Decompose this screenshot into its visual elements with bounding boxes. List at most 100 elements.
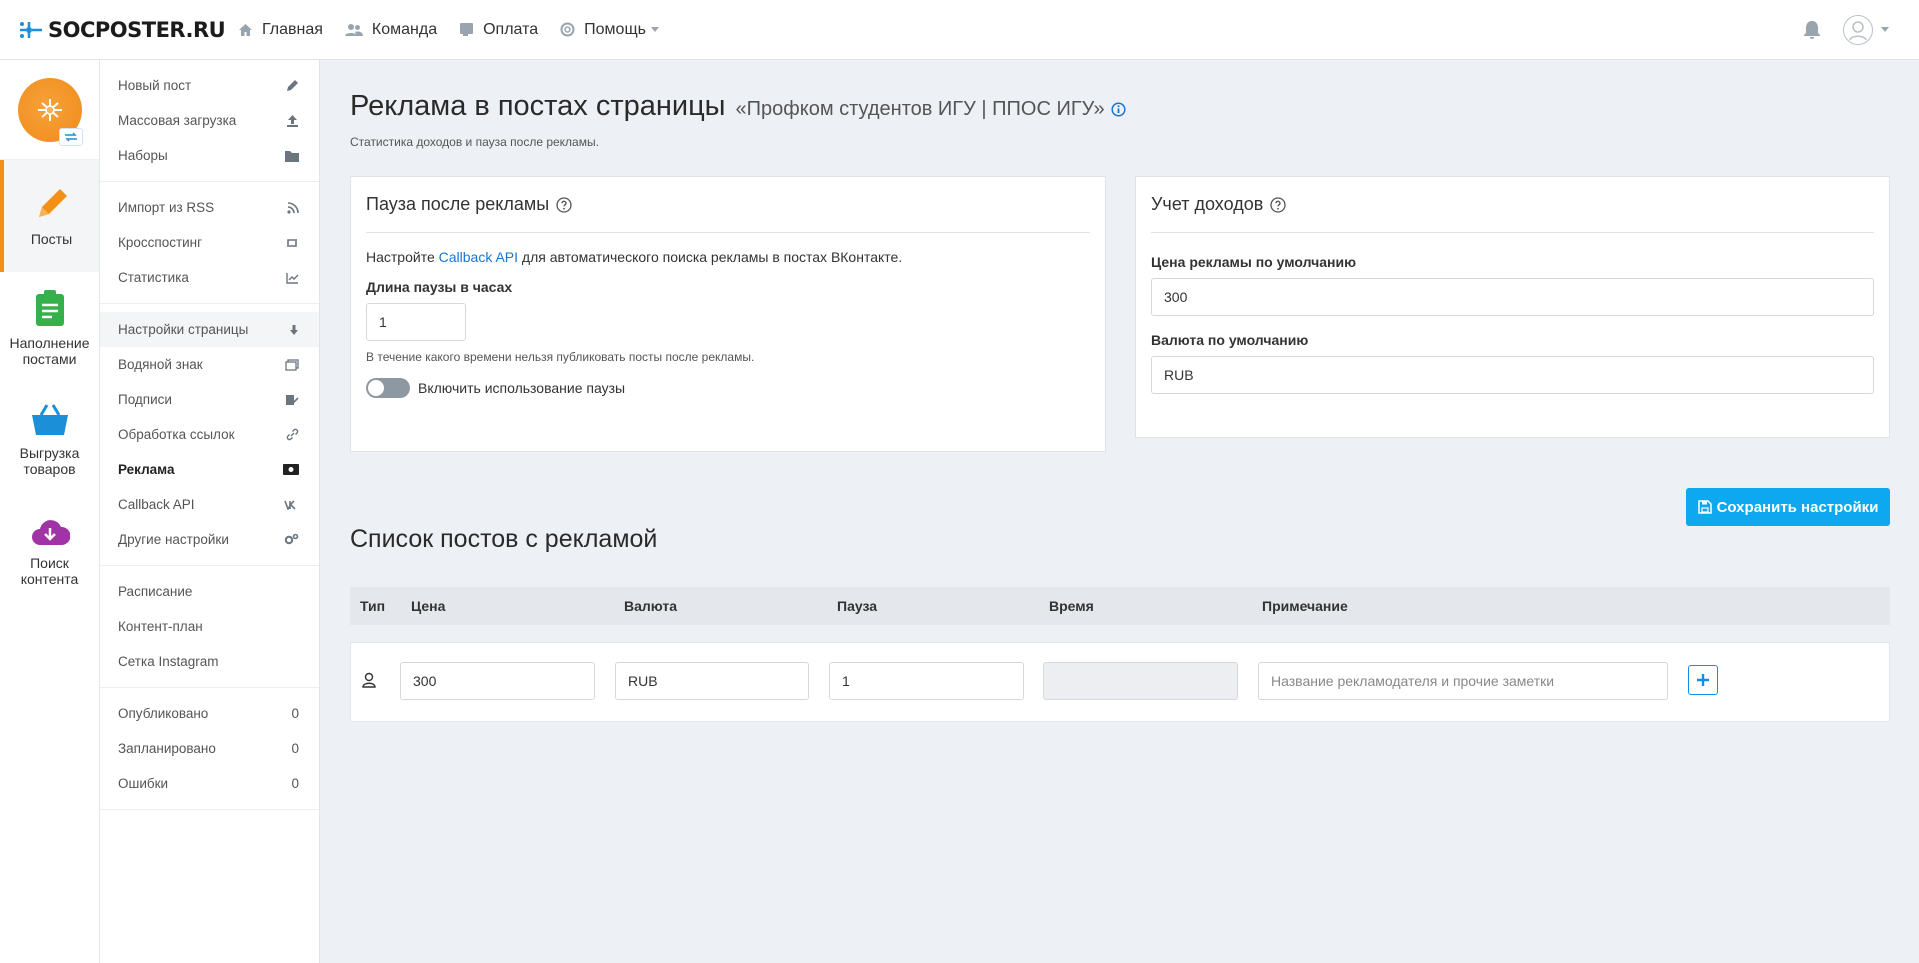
gears-icon <box>284 533 299 545</box>
menu-other-settings-label: Другие настройки <box>118 532 229 547</box>
plus-icon <box>1697 674 1709 686</box>
menu-page-settings-label: Настройки страницы <box>118 322 249 337</box>
money-icon <box>283 464 299 475</box>
menu-instagram-grid[interactable]: Сетка Instagram <box>100 644 319 679</box>
menu-advertising[interactable]: Реклама <box>100 452 319 487</box>
menu-watermark[interactable]: Водяной знак <box>100 347 319 382</box>
section-posts[interactable]: Посты <box>0 160 99 272</box>
chevron-down-icon[interactable] <box>1881 27 1889 32</box>
nav-team[interactable]: Команда <box>344 20 438 39</box>
logo-icon <box>20 21 42 38</box>
menu-statistics[interactable]: Статистика <box>100 260 319 295</box>
menu-link-processing-label: Обработка ссылок <box>118 427 235 442</box>
pause-card: Пауза после рекламы Настройте Callback A… <box>350 176 1106 452</box>
menu-scheduled[interactable]: Запланировано 0 <box>100 731 319 766</box>
page-avatar-block[interactable] <box>0 60 99 160</box>
row-currency-value: RUB <box>628 673 658 689</box>
page-title: Реклама в постах страницы <box>350 90 726 122</box>
menu-statistics-label: Статистика <box>118 270 189 285</box>
group-logo-icon <box>37 98 62 121</box>
menu-published[interactable]: Опубликовано 0 <box>100 696 319 731</box>
row-currency-input[interactable]: RUB <box>615 662 809 700</box>
menu-rss-import[interactable]: Импорт из RSS <box>100 190 319 225</box>
price-label: Цена рекламы по умолчанию <box>1151 254 1357 270</box>
nav-help-label: Помощь <box>584 20 646 38</box>
switch-page-button[interactable] <box>59 128 83 146</box>
question-icon[interactable] <box>556 196 572 213</box>
brand-logo[interactable]: SOCPOSTER.RU <box>18 18 238 42</box>
chart-icon <box>286 272 299 284</box>
section-sidebar: Посты Наполнение постами Выгрузка товаро… <box>0 60 100 963</box>
main-nav: Главная Команда Оплата Помощь <box>238 21 690 39</box>
menu-crossposting[interactable]: Кросспостинг <box>100 225 319 260</box>
menu-bulk-upload[interactable]: Массовая загрузка <box>100 103 319 138</box>
menu-schedule[interactable]: Расписание <box>100 574 319 609</box>
pause-card-body: Настройте Callback API для автоматическо… <box>351 233 1105 410</box>
nav-home[interactable]: Главная <box>238 21 323 39</box>
user-avatar[interactable] <box>1843 14 1873 45</box>
menu-errors[interactable]: Ошибки 0 <box>100 766 319 801</box>
menu-other-settings[interactable]: Другие настройки <box>100 522 319 557</box>
menu-errors-label: Ошибки <box>118 776 169 791</box>
income-card: Учет доходов Цена рекламы по умолчанию 3… <box>1135 176 1890 438</box>
basket-icon <box>31 404 68 435</box>
save-settings-button[interactable]: Сохранить настройки <box>1686 488 1890 526</box>
pause-card-header: Пауза после рекламы <box>366 177 1090 233</box>
bell-icon[interactable] <box>1803 20 1821 40</box>
user-icon <box>1849 20 1867 40</box>
section-goods[interactable]: Выгрузка товаров <box>0 384 99 496</box>
menu-content-plan[interactable]: Контент-план <box>100 609 319 644</box>
pause-card-title: Пауза после рекламы <box>366 194 550 214</box>
col-price: Цена <box>411 598 446 614</box>
pause-length-input[interactable]: 1 <box>366 303 466 341</box>
col-currency: Валюта <box>624 598 678 614</box>
col-pause: Пауза <box>837 598 878 614</box>
section-content-label: Наполнение постами <box>9 335 90 367</box>
menu-crossposting-label: Кросспостинг <box>118 235 203 250</box>
published-count: 0 <box>291 706 299 721</box>
cloud-download-icon <box>31 520 70 545</box>
question-icon[interactable] <box>1270 196 1286 213</box>
row-note-input[interactable]: Название рекламодателя и прочие заметки <box>1258 662 1668 700</box>
arrow-down-icon <box>290 324 298 335</box>
nav-payment[interactable]: Оплата <box>459 21 538 39</box>
pencil-icon <box>38 189 67 217</box>
section-search[interactable]: Поиск контента <box>0 496 99 608</box>
menu-callback-api[interactable]: Callback API <box>100 487 319 522</box>
menu-published-label: Опубликовано <box>118 706 209 721</box>
price-input[interactable]: 300 <box>1151 278 1874 316</box>
menu-signatures[interactable]: Подписи <box>100 382 319 417</box>
info-icon[interactable] <box>1111 102 1126 117</box>
nav-team-label: Команда <box>371 20 438 38</box>
chevron-down-icon <box>650 27 659 32</box>
row-pause-input[interactable]: 1 <box>829 662 1024 700</box>
submenu-group-settings: Настройки страницы Водяной знак Подписи … <box>100 304 319 566</box>
nav-payment-label: Оплата <box>483 20 539 38</box>
section-goods-label: Выгрузка товаров <box>19 445 80 477</box>
menu-bulk-upload-label: Массовая загрузка <box>118 113 237 128</box>
section-posts-label: Посты <box>30 231 73 247</box>
currency-input[interactable]: RUB <box>1151 356 1874 394</box>
menu-sets[interactable]: Наборы <box>100 138 319 173</box>
pause-toggle[interactable] <box>366 378 410 398</box>
add-row-button[interactable] <box>1688 665 1718 695</box>
row-price-input[interactable]: 300 <box>400 662 595 700</box>
pause-length-hint: В течение какого времени нельзя публиков… <box>366 350 755 364</box>
menu-new-post[interactable]: Новый пост <box>100 68 319 103</box>
clipboard-icon <box>35 290 64 326</box>
menu-link-processing[interactable]: Обработка ссылок <box>100 417 319 452</box>
main-content: Реклама в постах страницы «Профком студе… <box>350 60 1890 149</box>
nav-help[interactable]: Помощь <box>560 21 668 39</box>
price-value: 300 <box>1164 289 1188 305</box>
submenu-group-status: Опубликовано 0 Запланировано 0 Ошибки 0 <box>100 688 319 810</box>
nav-home-label: Главная <box>262 20 323 38</box>
menu-signatures-label: Подписи <box>118 392 172 407</box>
callback-hint: Настройте Callback API для автоматическо… <box>366 249 1090 265</box>
menu-sets-label: Наборы <box>118 148 168 163</box>
menu-page-settings[interactable]: Настройки страницы <box>100 312 319 347</box>
callback-api-link[interactable]: Callback API <box>439 249 518 265</box>
pause-toggle-row: Включить использование паузы <box>366 378 1090 398</box>
section-content[interactable]: Наполнение постами <box>0 272 99 384</box>
menu-instagram-grid-label: Сетка Instagram <box>118 654 219 669</box>
ad-posts-table-header: Тип Цена Валюта Пауза Время Примечание <box>350 587 1890 625</box>
